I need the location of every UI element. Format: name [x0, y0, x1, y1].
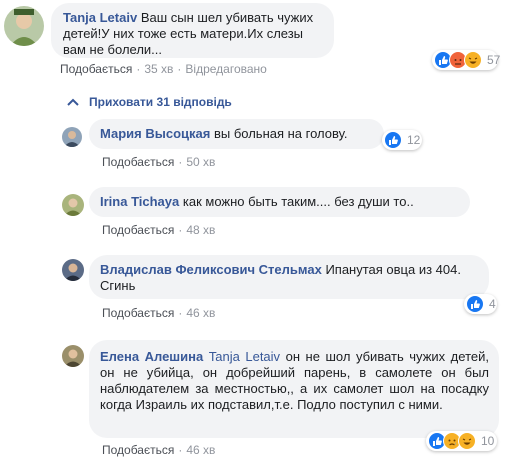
reaction-summary[interactable]: 12 [382, 130, 422, 150]
reply-meta: Подобається · 46 хв [102, 443, 216, 457]
timestamp[interactable]: 48 хв [186, 223, 215, 237]
like-button[interactable]: Подобається [102, 223, 174, 237]
timestamp[interactable]: 46 хв [186, 306, 215, 320]
reaction-count: 12 [407, 133, 421, 147]
reaction-count: 4 [489, 297, 496, 311]
haha-icon [464, 51, 482, 69]
reply-bubble: Елена Алешина Tanja Letaiv он не шол уби… [89, 340, 499, 438]
like-button[interactable]: Подобається [102, 443, 174, 457]
reaction-count: 57 [487, 53, 501, 67]
hide-replies-link[interactable]: Приховати 31 відповідь [89, 95, 232, 109]
reaction-summary[interactable]: 57 [432, 50, 501, 70]
avatar[interactable] [4, 6, 44, 46]
like-button[interactable]: Подобається [102, 306, 174, 320]
comment-meta: Подобається · 35 хв · Відредаговано [60, 62, 267, 76]
haha-icon [458, 432, 476, 450]
reply-author[interactable]: Мария Высоцкая [100, 126, 210, 141]
reply-meta: Подобається · 50 хв [102, 155, 216, 169]
timestamp[interactable]: 46 хв [186, 443, 215, 457]
reaction-summary[interactable]: 4 [464, 294, 497, 314]
avatar[interactable] [62, 127, 82, 147]
timestamp[interactable]: 35 хв [144, 62, 173, 76]
comment-bubble: Tanja Letaiv Ваш сын шел убивать чужих д… [51, 3, 334, 58]
reply-text: как можно быть таким.... без души то.. [182, 194, 414, 209]
mention-link[interactable]: Tanja Letaiv [209, 349, 280, 364]
reaction-count: 10 [481, 434, 495, 448]
reply-author[interactable]: Елена Алешина [100, 349, 203, 364]
reply-bubble: Мария Высоцкая вы больная на голову. [89, 119, 384, 149]
avatar[interactable] [62, 345, 84, 367]
reply-meta: Подобається · 48 хв [102, 223, 216, 237]
like-icon [384, 131, 402, 149]
avatar[interactable] [62, 194, 84, 216]
edited-label[interactable]: Відредаговано [185, 62, 266, 76]
reaction-summary[interactable]: 10 [426, 431, 497, 451]
reply-bubble: Irina Tichaya как можно быть таким.... б… [89, 187, 470, 217]
avatar[interactable] [62, 259, 84, 281]
reply-author[interactable]: Владислав Феликсович Стельмах [100, 262, 322, 277]
chevron-up-icon[interactable] [67, 95, 79, 106]
reply-text: вы больная на голову. [213, 126, 348, 141]
timestamp[interactable]: 50 хв [186, 155, 215, 169]
reply-meta: Подобається · 46 хв [102, 306, 216, 320]
reply-bubble: Владислав Феликсович Стельмах Ипанутая о… [89, 255, 489, 299]
like-icon [466, 295, 484, 313]
reply-author[interactable]: Irina Tichaya [100, 194, 179, 209]
like-button[interactable]: Подобається [60, 62, 132, 76]
like-button[interactable]: Подобається [102, 155, 174, 169]
comment-author[interactable]: Tanja Letaiv [63, 10, 137, 25]
